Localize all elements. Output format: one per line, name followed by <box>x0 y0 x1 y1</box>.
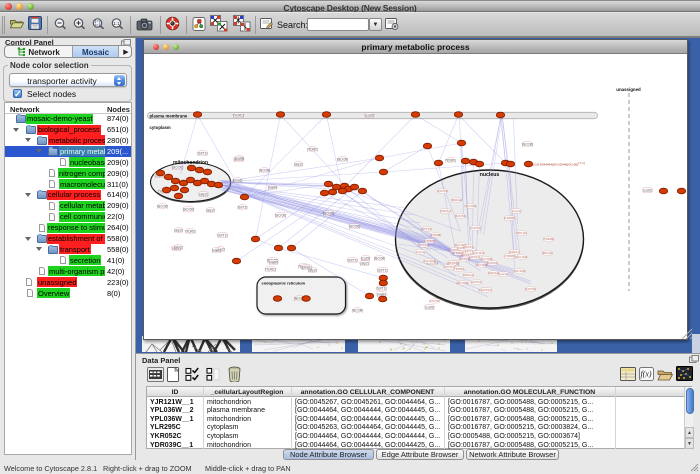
svg-text:mitochondrion: mitochondrion <box>173 160 208 166</box>
svg-text:[ATP21]: [ATP21] <box>481 288 491 292</box>
svg-text:1:1: 1:1 <box>113 21 120 26</box>
svg-text:[SXT1]: [SXT1] <box>377 286 387 290</box>
svg-text:[COX51]: [COX51] <box>429 299 440 303</box>
svg-text:[ATP21]: [ATP21] <box>421 227 431 231</box>
svg-text:endoplasmic reticulum: endoplasmic reticulum <box>262 281 306 286</box>
svg-text:[SNF1a]: [SNF1a] <box>488 271 499 275</box>
svg-text:[GO:00]: [GO:00] <box>522 142 533 146</box>
svg-text:[YDR05]: [YDR05] <box>504 254 515 258</box>
svg-text:[COX51]: [COX51] <box>487 261 498 265</box>
svg-text:[YDR1]: [YDR1] <box>307 147 317 151</box>
svg-text:[GO:00]: [GO:00] <box>352 308 363 312</box>
svg-text:[YDR05]: [YDR05] <box>504 216 515 220</box>
svg-text:[GO:004]: [GO:004] <box>473 251 485 255</box>
svg-text:[COX51]: [COX51] <box>437 189 448 193</box>
svg-text:[COX51]: [COX51] <box>470 226 481 230</box>
svg-text:[GO:00]: [GO:00] <box>275 213 286 217</box>
svg-text:[GO:004]: [GO:004] <box>514 269 526 273</box>
svg-text:[atp2]: [atp2] <box>295 162 303 166</box>
svg-text:[pma1]: [pma1] <box>233 178 243 182</box>
svg-text:[cox5]: [cox5] <box>361 256 370 260</box>
svg-text:plasma membrane: plasma membrane <box>150 114 188 119</box>
svg-text:[SNF1a]: [SNF1a] <box>451 198 462 202</box>
svg-text:[atp2]: [atp2] <box>361 261 369 265</box>
svg-text:[GO:004]: [GO:004] <box>476 263 488 267</box>
svg-text:[atp2]: [atp2] <box>175 245 183 249</box>
svg-text:[pma1]: [pma1] <box>302 265 312 269</box>
svg-text:f(x): f(x) <box>640 370 651 379</box>
svg-text:[RPL22]: [RPL22] <box>516 231 527 235</box>
svg-text:[YDR1]: [YDR1] <box>445 158 455 162</box>
svg-text:[SXT1]: [SXT1] <box>198 151 208 155</box>
svg-text:[cox5]: [cox5] <box>235 156 244 160</box>
svg-text:[cox5]: [cox5] <box>425 305 434 309</box>
svg-text:[GO:004]: [GO:004] <box>516 255 528 259</box>
svg-text:[SXT1]: [SXT1] <box>348 258 358 262</box>
svg-text:[YDR05]: [YDR05] <box>430 233 441 237</box>
svg-text:[SXT1]: [SXT1] <box>218 233 228 237</box>
svg-text:[YDR1]: [YDR1] <box>185 229 195 233</box>
svg-text:[GO:00]: [GO:00] <box>337 157 348 161</box>
svg-text:[Y-x]: [Y-x] <box>579 161 585 165</box>
svg-text:[SNF1a]: [SNF1a] <box>463 273 474 277</box>
svg-text:[SXT1]: [SXT1] <box>378 268 388 272</box>
svg-text:[SXT1]: [SXT1] <box>238 205 248 209</box>
svg-text:[GO:00]: [GO:00] <box>157 204 168 208</box>
svg-text:unassigned: unassigned <box>616 87 641 92</box>
svg-text:[nuc1a]: [nuc1a] <box>499 272 509 276</box>
svg-text:[ATP21]: [ATP21] <box>459 257 469 261</box>
svg-text:[GO:004]: [GO:004] <box>424 259 436 263</box>
svg-text:[GO:00]: [GO:00] <box>183 207 194 211</box>
svg-text:[ATP21]: [ATP21] <box>444 265 454 269</box>
svg-text:[COX51]: [COX51] <box>455 214 466 218</box>
svg-text:[RPL22]: [RPL22] <box>542 251 553 255</box>
svg-text:[nuc1a]: [nuc1a] <box>512 209 522 213</box>
svg-text:[ATP21]: [ATP21] <box>418 243 428 247</box>
svg-text:[cox5]: [cox5] <box>365 113 374 117</box>
svg-text:[GO:00]: [GO:00] <box>374 256 385 260</box>
svg-text:[SNF1a]: [SNF1a] <box>440 209 451 213</box>
svg-text:[nadh]: [nadh] <box>268 185 277 189</box>
svg-text:[nadh]: [nadh] <box>377 292 386 296</box>
svg-text:[atp2]: [atp2] <box>207 208 215 212</box>
svg-text:cytoplasm: cytoplasm <box>150 125 171 130</box>
svg-text:[cox5]: [cox5] <box>643 188 652 192</box>
svg-text:[YDR1]: [YDR1] <box>233 113 243 117</box>
svg-text:[ATP21]: [ATP21] <box>469 255 479 259</box>
svg-text:[GO:00]: [GO:00] <box>259 168 270 172</box>
svg-text:[GO:004]: [GO:004] <box>465 204 477 208</box>
svg-text:[GO:00]: [GO:00] <box>323 211 334 215</box>
svg-text:[GO:004]: [GO:004] <box>457 281 469 285</box>
svg-text:[GO:0044464][GO:0044][GO:00]: [GO:0044464][GO:0044][GO:00] <box>534 163 579 167</box>
svg-text:[YDR05]: [YDR05] <box>543 237 554 241</box>
svg-text:[ATP21]: [ATP21] <box>471 280 481 284</box>
svg-text:[nadh]: [nadh] <box>212 248 221 252</box>
svg-text:[YDR1]: [YDR1] <box>265 267 275 271</box>
svg-text:[atp2]: [atp2] <box>175 228 183 232</box>
svg-text:[GO:00]: [GO:00] <box>349 224 360 228</box>
svg-text:[nadh]: [nadh] <box>269 260 278 264</box>
svg-text:nucleus: nucleus <box>480 172 500 178</box>
svg-text:[ATP21]: [ATP21] <box>463 245 473 249</box>
svg-text:[nuc1a]: [nuc1a] <box>416 250 426 254</box>
svg-text:[atp2]: [atp2] <box>200 192 208 196</box>
svg-text:[COX51]: [COX51] <box>525 287 536 291</box>
